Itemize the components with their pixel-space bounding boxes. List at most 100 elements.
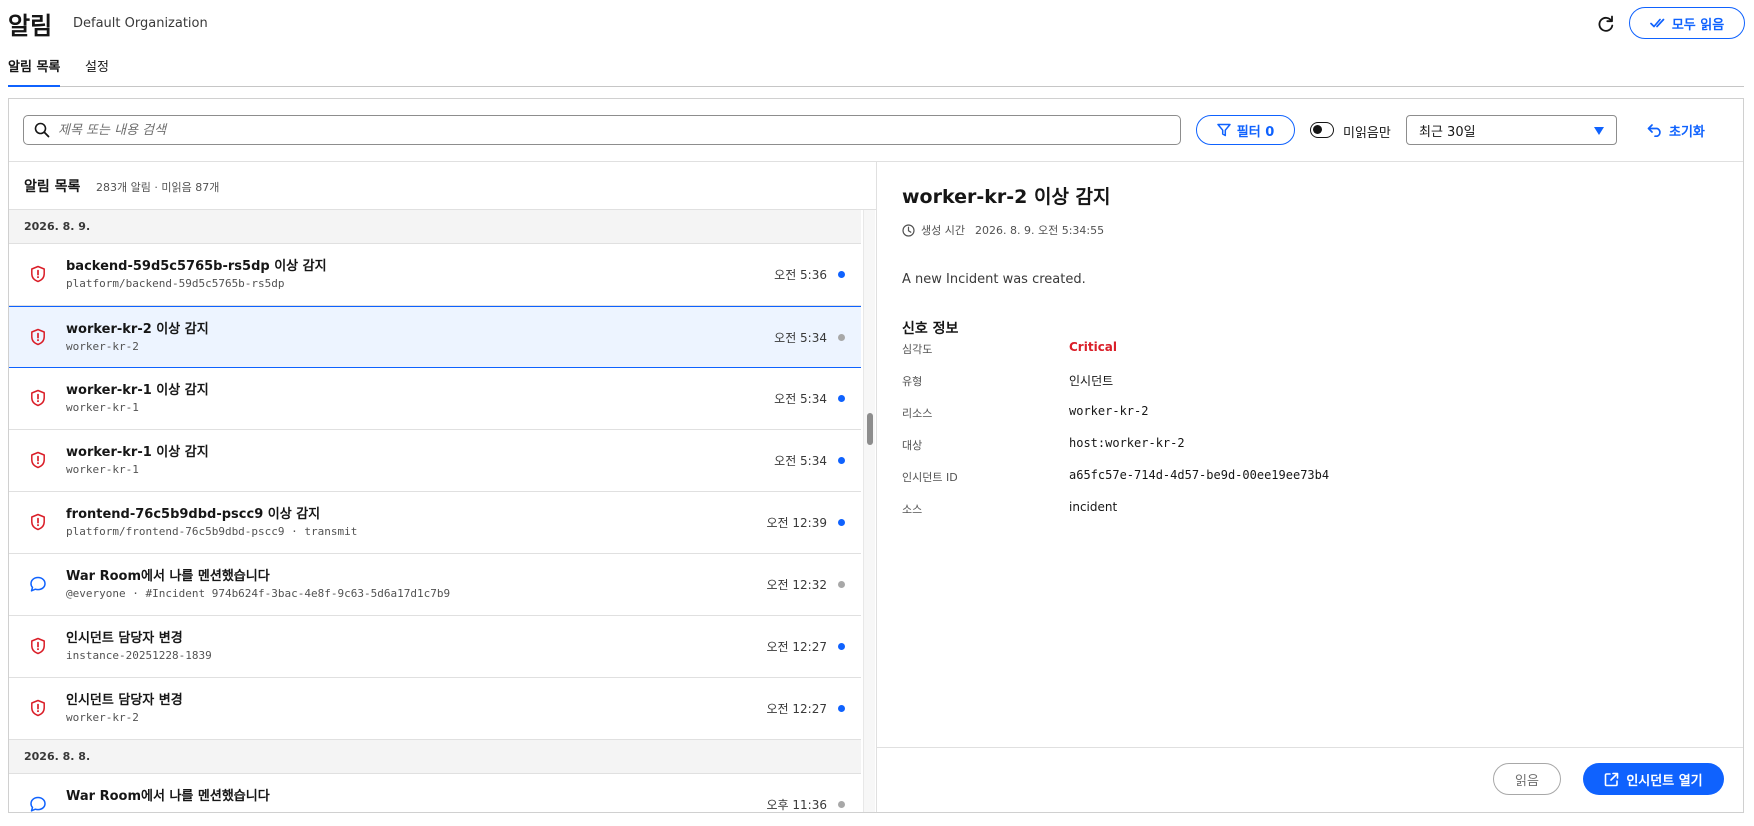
notification-title: War Room에서 나를 멘션했습니다 — [66, 569, 270, 584]
caret-down-icon — [1594, 127, 1604, 135]
shield-alert-icon — [29, 389, 47, 407]
notification-title: frontend-76c5b9dbd-pscc9 이상 감지 — [66, 507, 321, 522]
search-box — [23, 115, 1181, 145]
notification-time: 오전 12:32 — [766, 578, 827, 592]
notification-row[interactable]: 인시던트 담당자 변경 instance-20251228-1839 오전 12:2… — [9, 616, 861, 678]
search-icon — [34, 122, 50, 138]
notification-time: 오후 11:36 — [766, 798, 827, 812]
notification-title: worker-kr-1 이상 감지 — [66, 445, 209, 460]
tab-notification-list[interactable]: 알림 목록 — [8, 56, 61, 87]
external-link-icon — [1605, 772, 1619, 786]
read-dot — [838, 801, 845, 808]
unread-dot — [838, 519, 845, 526]
notification-title: backend-59d5c5765b-rs5dp 이상 감지 — [66, 259, 327, 274]
created-time-row: 생성 시간 2026. 8. 9. 오전 5:34:55 — [902, 222, 1104, 238]
scrollbar-thumb[interactable] — [867, 413, 873, 445]
filter-label: 필터 0 — [1236, 124, 1275, 140]
date-range-value: 최근 30일 — [1419, 124, 1476, 140]
field-label: 소스 — [902, 503, 923, 516]
created-value: 2026. 8. 9. 오전 5:34:55 — [974, 224, 1105, 237]
unread-dot — [838, 457, 845, 464]
reset-button[interactable]: 초기화 — [1647, 115, 1727, 145]
read-all-button[interactable]: 모두 읽음 — [1629, 7, 1745, 39]
field-value: incident — [1069, 500, 1118, 514]
notification-subtitle: worker-kr-1 — [66, 401, 139, 414]
undo-icon — [1647, 124, 1661, 137]
detail-footer: 읽음 인시던트 열기 — [877, 747, 1743, 812]
notification-subtitle: worker-kr-1 — [66, 463, 139, 476]
notification-time: 오전 5:36 — [774, 268, 827, 282]
notification-time: 오전 12:27 — [766, 640, 827, 654]
list-title: 알림 목록 — [24, 179, 81, 195]
unread-dot — [838, 705, 845, 712]
notification-title: 인시던트 담당자 변경 — [66, 693, 183, 708]
notification-row[interactable]: 인시던트 담당자 변경 worker-kr-2 오전 12:27 — [9, 678, 861, 740]
mark-read-button[interactable]: 읽음 — [1493, 763, 1561, 795]
field-label: 대상 — [902, 439, 923, 452]
refresh-button[interactable] — [1593, 11, 1619, 37]
shield-alert-icon — [29, 451, 47, 469]
notification-row[interactable]: worker-kr-2 이상 감지 worker-kr-2 오전 5:34 — [9, 306, 861, 368]
shield-alert-icon — [29, 699, 47, 717]
open-incident-label: 인시던트 열기 — [1626, 773, 1703, 789]
unread-dot — [838, 643, 845, 650]
read-dot — [838, 581, 845, 588]
field-label: 리소스 — [902, 407, 933, 420]
open-incident-button[interactable]: 인시던트 열기 — [1583, 763, 1724, 795]
notification-time: 오전 5:34 — [774, 454, 827, 468]
list-scrollbar[interactable] — [863, 210, 875, 812]
notification-row[interactable]: frontend-76c5b9dbd-pscc9 이상 감지 platform/f… — [9, 492, 861, 554]
signal-info-title: 신호 정보 — [902, 321, 959, 337]
date-group-header: 2026. 8. 8. — [9, 740, 861, 774]
unread-dot — [838, 395, 845, 402]
notification-title: 인시던트 담당자 변경 — [66, 631, 183, 646]
notification-row[interactable]: War Room에서 나를 멘션했습니다 @everyone · #Inciden… — [9, 554, 861, 616]
unread-only-label: 미읽음만 — [1343, 126, 1391, 141]
field-label: 심각도 — [902, 343, 933, 356]
notification-subtitle: platform/frontend-76c5b9dbd-pscc9 · tran… — [66, 525, 358, 538]
toggle-knob — [1313, 125, 1322, 134]
field-value: a65fc57e-714d-4d57-be9d-00ee19ee73b4 — [1069, 468, 1330, 482]
double-check-icon — [1649, 18, 1665, 28]
page-title: 알림 — [8, 12, 53, 40]
notification-title: worker-kr-1 이상 감지 — [66, 383, 209, 398]
read-dot — [838, 334, 845, 341]
list-count: 283개 알림 · 미읽음 87개 — [96, 181, 220, 194]
notification-list[interactable]: 2026. 8. 9. backend-59d5c5765b-rs5dp 이상 감… — [9, 210, 861, 812]
detail-panel: worker-kr-2 이상 감지 생성 시간 2026. 8. 9. 오전 5… — [877, 162, 1743, 812]
filter-icon — [1217, 123, 1231, 137]
shield-alert-icon — [29, 265, 47, 283]
date-range-select[interactable]: 최근 30일 — [1406, 115, 1617, 145]
refresh-icon — [1598, 15, 1614, 32]
tab-settings[interactable]: 설정 — [85, 56, 109, 86]
field-value: Critical — [1069, 340, 1118, 354]
field-value: 인시던트 — [1069, 374, 1114, 388]
date-group-header: 2026. 8. 9. — [9, 210, 861, 244]
notifications-panel: 필터 0 미읽음만 최근 30일 초기화 알림 목록 283개 알림 · 미읽음… — [8, 98, 1744, 813]
field-label: 유형 — [902, 375, 923, 388]
notification-row[interactable]: War Room에서 나를 멘션했습니다 오후 11:36 — [9, 774, 861, 812]
list-header: 알림 목록 283개 알림 · 미읽음 87개 — [9, 162, 876, 210]
organization-name: Default Organization — [73, 16, 208, 31]
clock-icon — [902, 223, 915, 237]
field-value: worker-kr-2 — [1069, 404, 1149, 418]
notification-row[interactable]: worker-kr-1 이상 감지 worker-kr-1 오전 5:34 — [9, 430, 861, 492]
filter-button[interactable]: 필터 0 — [1196, 115, 1295, 145]
search-input[interactable] — [58, 122, 1180, 138]
notification-list-panel: 알림 목록 283개 알림 · 미읽음 87개 2026. 8. 9. backe… — [9, 162, 877, 812]
shield-alert-icon — [29, 513, 47, 531]
notification-row[interactable]: backend-59d5c5765b-rs5dp 이상 감지 platform/b… — [9, 244, 861, 306]
notification-subtitle: worker-kr-2 — [66, 711, 139, 724]
tab-bar: 알림 목록 설정 — [8, 50, 1744, 87]
chat-bubble-icon — [29, 575, 47, 593]
notification-title: worker-kr-2 이상 감지 — [66, 322, 209, 337]
notification-time: 오전 5:34 — [774, 392, 827, 406]
detail-message: A new Incident was created. — [902, 272, 1086, 287]
detail-title: worker-kr-2 이상 감지 — [902, 186, 1111, 208]
unread-only-toggle[interactable] — [1310, 122, 1334, 138]
shield-alert-icon — [29, 328, 47, 346]
notification-time: 오전 5:34 — [774, 331, 827, 345]
notification-row[interactable]: worker-kr-1 이상 감지 worker-kr-1 오전 5:34 — [9, 368, 861, 430]
notification-subtitle: platform/backend-59d5c5765b-rs5dp — [66, 277, 285, 290]
notification-subtitle: worker-kr-2 — [66, 340, 139, 353]
